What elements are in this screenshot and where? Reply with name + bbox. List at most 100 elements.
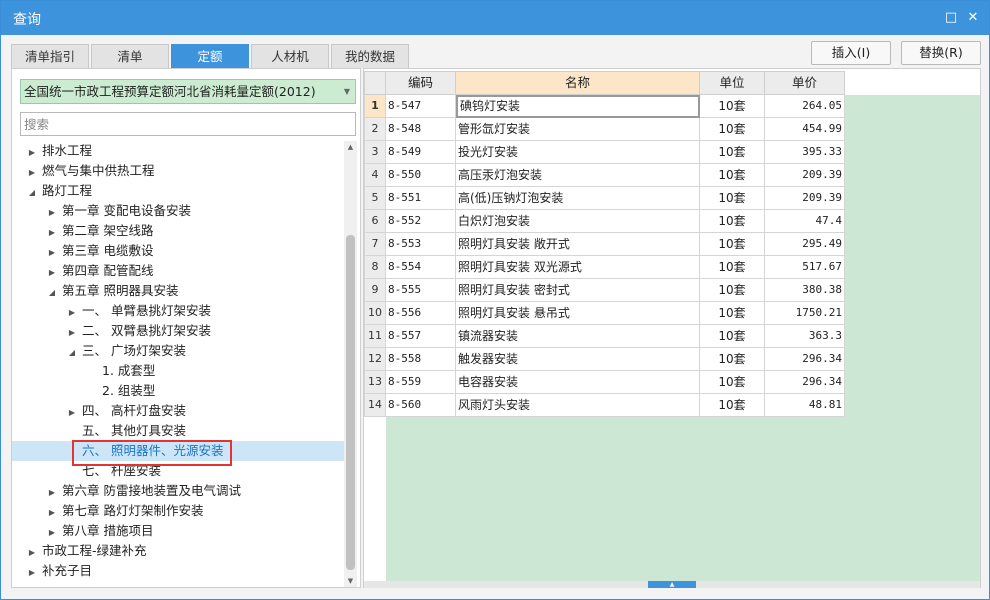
cell-name[interactable]: 照明灯具安装 敞开式 [456,233,700,256]
row-number[interactable]: 13 [364,371,386,394]
row-number[interactable]: 5 [364,187,386,210]
cell-price[interactable]: 363.3 [765,325,845,348]
tree-node[interactable]: ▶ 补充子目 [12,561,344,581]
tree-node[interactable]: ▶ 第七章 路灯灯架制作安装 [12,501,344,521]
cell-price[interactable]: 454.99 [765,118,845,141]
tree-node[interactable]: ▶ 四、 高杆灯盘安装 [12,401,344,421]
cell-code[interactable]: 8-548 [386,118,456,141]
expand-arrow-icon[interactable]: ▶ [26,143,38,163]
cell-unit[interactable]: 10套 [700,348,765,371]
row-number[interactable]: 6 [364,210,386,233]
row-number[interactable]: 8 [364,256,386,279]
cell-code[interactable]: 8-555 [386,279,456,302]
cell-price[interactable]: 296.34 [765,371,845,394]
cell-code[interactable]: 8-558 [386,348,456,371]
cell-price[interactable]: 264.05 [765,95,845,118]
cell-price[interactable]: 295.49 [765,233,845,256]
tree-node[interactable]: 1. 成套型 [12,361,344,381]
cell-price[interactable]: 1750.21 [765,302,845,325]
cell-unit[interactable]: 10套 [700,210,765,233]
cell-code[interactable]: 8-547 [386,95,456,118]
cell-code[interactable]: 8-556 [386,302,456,325]
cell-name[interactable]: 触发器安装 [456,348,700,371]
tree-node[interactable]: ▶ 一、 单臂悬挑灯架安装 [12,301,344,321]
cell-name[interactable]: 电容器安装 [456,371,700,394]
tab-bill[interactable]: 清单 [91,44,169,68]
expand-arrow-icon[interactable]: ▶ [66,403,78,423]
cell-unit[interactable]: 10套 [700,256,765,279]
title-bar[interactable]: 查询 □ ✕ [1,1,989,35]
cell-price[interactable]: 395.33 [765,141,845,164]
row-number[interactable]: 10 [364,302,386,325]
close-icon[interactable]: ✕ [963,8,983,28]
expand-arrow-icon[interactable]: ▶ [66,303,78,323]
column-header-code[interactable]: 编码 [385,71,456,95]
cell-code[interactable]: 8-553 [386,233,456,256]
cell-unit[interactable]: 10套 [700,95,765,118]
expand-arrow-icon[interactable]: ▶ [46,503,58,523]
expand-arrow-icon[interactable]: ▶ [66,323,78,343]
cell-price[interactable]: 209.39 [765,164,845,187]
tab-quota[interactable]: 定额 [171,44,249,68]
cell-unit[interactable]: 10套 [700,141,765,164]
cell-name[interactable]: 照明灯具安装 双光源式 [456,256,700,279]
cell-price[interactable]: 209.39 [765,187,845,210]
tree-node[interactable]: ▶ 第一章 变配电设备安装 [12,201,344,221]
expand-arrow-icon[interactable]: ▶ [26,163,38,183]
tab-labor-material-machine[interactable]: 人材机 [251,44,329,68]
cell-code[interactable]: 8-557 [386,325,456,348]
cell-name[interactable]: 镇流器安装 [456,325,700,348]
cell-name[interactable]: 投光灯安装 [456,141,700,164]
row-number[interactable]: 3 [364,141,386,164]
tree-node[interactable]: ▶ 第六章 防雷接地装置及电气调试 [12,481,344,501]
row-number[interactable]: 1 [364,95,386,118]
expand-arrow-icon[interactable]: ▶ [46,523,58,543]
horizontal-splitter[interactable]: ▲ [364,581,980,588]
tree-node[interactable]: ▶ 第三章 电缆敷设 [12,241,344,261]
tree-node[interactable]: 五、 其他灯具安装 [12,421,344,441]
cell-name[interactable]: 高压汞灯泡安装 [456,164,700,187]
row-number[interactable]: 11 [364,325,386,348]
column-header-name[interactable]: 名称 [455,71,700,95]
row-number[interactable]: 12 [364,348,386,371]
expand-arrow-icon[interactable]: ▶ [46,243,58,263]
tree-node[interactable]: ▶ 第八章 措施项目 [12,521,344,541]
collapse-arrow-icon[interactable]: ◢ [66,343,78,363]
expand-arrow-icon[interactable]: ▶ [46,483,58,503]
collapse-arrow-icon[interactable]: ◢ [26,183,38,203]
tree-node[interactable]: ▶ 第四章 配管配线 [12,261,344,281]
cell-price[interactable]: 47.4 [765,210,845,233]
cell-code[interactable]: 8-559 [386,371,456,394]
cell-name[interactable]: 风雨灯头安装 [456,394,700,417]
cell-code[interactable]: 8-550 [386,164,456,187]
column-header-unit[interactable]: 单位 [699,71,765,95]
row-number[interactable]: 2 [364,118,386,141]
cell-code[interactable]: 8-549 [386,141,456,164]
expand-arrow-icon[interactable]: ▶ [46,223,58,243]
cell-unit[interactable]: 10套 [700,325,765,348]
insert-button[interactable]: 插入(I) [811,41,891,65]
tree-node[interactable]: ▶ 第二章 架空线路 [12,221,344,241]
row-number[interactable]: 9 [364,279,386,302]
cell-unit[interactable]: 10套 [700,279,765,302]
expand-arrow-icon[interactable]: ▶ [26,543,38,563]
cell-price[interactable]: 48.81 [765,394,845,417]
tree-node[interactable]: ▶ 市政工程-绿建补充 [12,541,344,561]
cell-unit[interactable]: 10套 [700,164,765,187]
cell-price[interactable]: 296.34 [765,348,845,371]
cell-price[interactable]: 380.38 [765,279,845,302]
search-input[interactable] [20,112,356,136]
maximize-icon[interactable]: □ [941,8,961,28]
tree-scrollbar[interactable]: ▲ ▼ [344,141,357,587]
cell-name[interactable]: 照明灯具安装 密封式 [456,279,700,302]
row-number[interactable]: 7 [364,233,386,256]
tree-node[interactable]: ▶ 二、 双臂悬挑灯架安装 [12,321,344,341]
cell-name[interactable]: 高(低)压钠灯泡安装 [456,187,700,210]
cell-name[interactable]: 白炽灯泡安装 [456,210,700,233]
expand-arrow-icon[interactable]: ▶ [46,263,58,283]
quota-book-select[interactable]: 全国统一市政工程预算定额河北省消耗量定额(2012) ▼ [20,79,356,104]
cell-price[interactable]: 517.67 [765,256,845,279]
cell-unit[interactable]: 10套 [700,394,765,417]
expand-arrow-icon[interactable]: ▶ [46,203,58,223]
row-number[interactable]: 4 [364,164,386,187]
